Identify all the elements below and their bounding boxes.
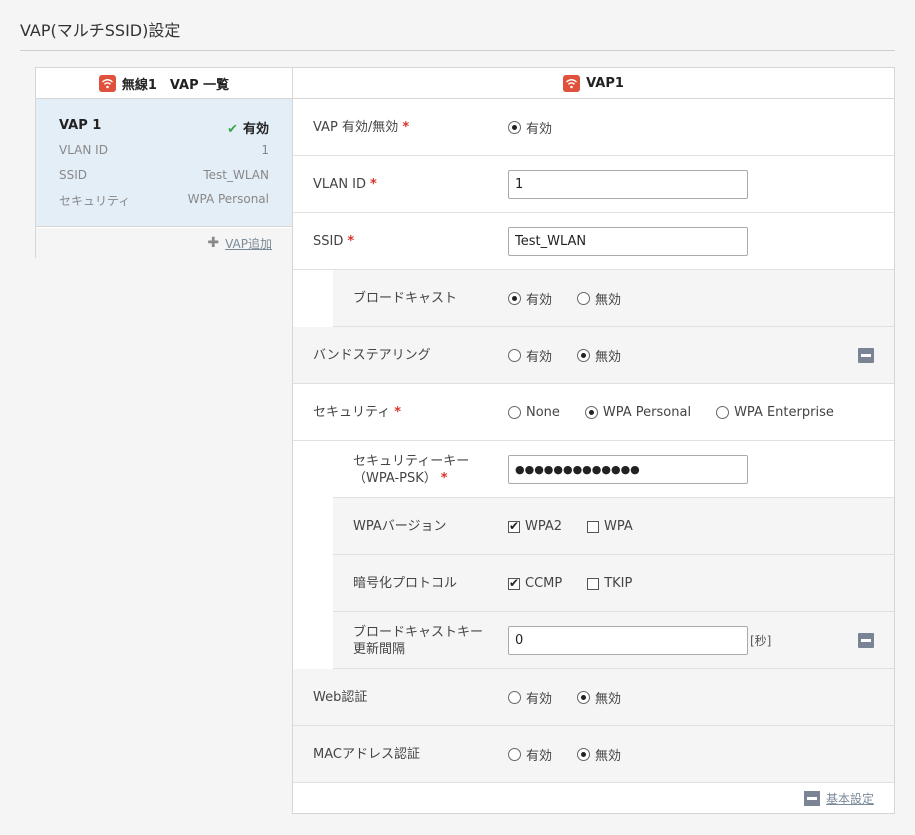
row-band-steering: バンドステアリング 有効 無効 [293, 327, 894, 384]
vap-enable-label: VAP 有効/無効 * [313, 120, 410, 135]
row-mac-auth: MACアドレス認証 有効 無効 [293, 726, 894, 783]
collapse-icon[interactable] [858, 348, 874, 363]
vlan-id-input[interactable]: 1 [508, 170, 748, 199]
security-radio-wpa-personal[interactable]: WPA Personal [584, 405, 691, 420]
vap-card-key: セキュリティ [59, 194, 131, 208]
band-steering-radio-off[interactable]: 無効 [577, 346, 621, 365]
plus-icon: ✚ [207, 235, 220, 251]
broadcast-key-interval-unit: [秒] [750, 634, 772, 648]
vap-list-panel: 無線1 VAP 一覧 VAP 1 ✔ 有効 VLAN ID 1 SSID Test… [35, 67, 293, 258]
mac-auth-radio-off[interactable]: 無効 [577, 745, 621, 764]
broadcast-label: ブロードキャスト [353, 291, 458, 306]
ssid-input[interactable]: Test_WLAN [508, 227, 748, 256]
wpa-version-label: WPAバージョン [353, 519, 447, 534]
row-wpa-version: WPAバージョン WPA2 WPA [333, 498, 894, 555]
vap-card-value: 1 [261, 143, 269, 157]
vap-list-header: 無線1 VAP 一覧 [36, 68, 292, 99]
row-security-key: セキュリティーキー （WPA-PSK） * ●●●●●●●●●●●●● [333, 441, 894, 498]
band-steering-radio-on[interactable]: 有効 [508, 346, 552, 365]
vap-enable-radio-on[interactable]: 有効 [508, 118, 552, 137]
vap-settings-title: VAP1 [586, 75, 624, 91]
check-icon: ✔ [227, 122, 238, 137]
security-key-label: セキュリティーキー （WPA-PSK） * [353, 453, 470, 486]
row-security: セキュリティ * None WPA Personal WPA Enterprise [293, 384, 894, 441]
band-steering-label: バンドステアリング [313, 348, 431, 363]
collapse-icon [803, 791, 820, 806]
row-web-auth: Web認証 有効 無効 [293, 669, 894, 726]
security-label: セキュリティ * [313, 405, 402, 420]
row-vlan-id: VLAN ID * 1 [293, 156, 894, 213]
security-radio-none[interactable]: None [508, 405, 560, 420]
row-broadcast: ブロードキャスト 有効 無効 [333, 270, 894, 327]
broadcast-radio-on[interactable]: 有効 [508, 289, 552, 308]
broadcast-key-interval-label: ブロードキャストキー 更新間隔 [353, 624, 484, 657]
page-title: VAP(マルチSSID)設定 [20, 21, 181, 40]
encryption-ccmp-checkbox[interactable]: CCMP [508, 576, 562, 591]
web-auth-radio-on[interactable]: 有効 [508, 688, 552, 707]
web-auth-radio-off[interactable]: 無効 [577, 688, 621, 707]
wifi-icon [563, 74, 581, 92]
vap-settings-header: VAP1 [293, 68, 894, 99]
vlan-id-label: VLAN ID * [313, 177, 377, 192]
basic-settings-link[interactable]: 基本設定 [803, 790, 874, 807]
wpa-version-wpa-checkbox[interactable]: WPA [587, 519, 633, 534]
collapse-icon[interactable] [858, 633, 874, 648]
broadcast-key-interval-input[interactable]: 0 [508, 626, 748, 655]
add-vap-row: ✚ VAP追加 [36, 228, 292, 258]
vap-card-1[interactable]: VAP 1 ✔ 有効 VLAN ID 1 SSID Test_WLAN セキュリテ… [36, 99, 292, 227]
security-radio-wpa-enterprise[interactable]: WPA Enterprise [716, 405, 834, 420]
encryption-tkip-checkbox[interactable]: TKIP [587, 576, 632, 591]
mac-auth-radio-on[interactable]: 有効 [508, 745, 552, 764]
wifi-icon [98, 74, 116, 92]
vap-card-value: Test_WLAN [203, 168, 269, 182]
vap-card-key: VLAN ID [59, 143, 108, 157]
add-vap-link[interactable]: VAP追加 [225, 235, 272, 252]
row-vap-enable: VAP 有効/無効 * 有効 [293, 99, 894, 156]
security-key-input[interactable]: ●●●●●●●●●●●●● [508, 455, 748, 484]
row-encryption: 暗号化プロトコル CCMP TKIP [333, 555, 894, 612]
vap-card-status: ✔ 有効 [227, 122, 269, 137]
broadcast-radio-off[interactable]: 無効 [577, 289, 621, 308]
encryption-label: 暗号化プロトコル [353, 576, 458, 591]
wpa-version-wpa2-checkbox[interactable]: WPA2 [508, 519, 562, 534]
vap-card-value: WPA Personal [187, 192, 269, 206]
vap-card-key: SSID [59, 168, 88, 182]
row-broadcast-key-interval: ブロードキャストキー 更新間隔 0 [秒] [333, 612, 894, 669]
row-ssid: SSID * Test_WLAN [293, 213, 894, 270]
ssid-label: SSID * [313, 234, 355, 249]
title-divider [20, 50, 895, 51]
vap-list-title: 無線1 VAP 一覧 [121, 77, 230, 93]
web-auth-label: Web認証 [313, 690, 368, 705]
vap-settings-panel: VAP1 VAP 有効/無効 * 有効 VLAN ID * 1 SSID * Test… [292, 67, 895, 814]
mac-auth-label: MACアドレス認証 [313, 747, 420, 762]
vap-card-name: VAP 1 [59, 118, 102, 133]
